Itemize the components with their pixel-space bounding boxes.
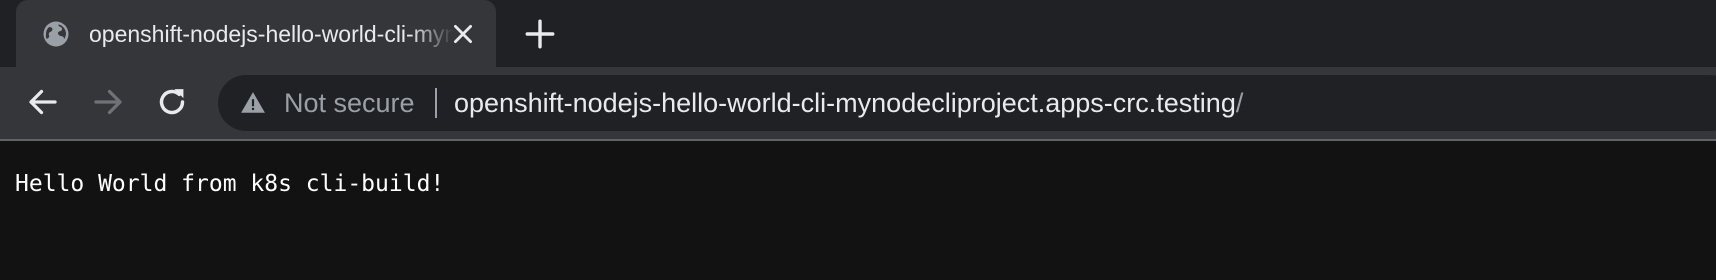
omnibox-divider — [435, 88, 437, 118]
url-text[interactable]: openshift-nodejs-hello-world-cli-mynodec… — [454, 75, 1243, 131]
forward-arrow-icon[interactable] — [90, 84, 126, 120]
tab-title: openshift-nodejs-hello-world-cli-mynodec… — [89, 21, 454, 47]
url-host: openshift-nodejs-hello-world-cli-mynodec… — [454, 88, 1236, 118]
page-content: Hello World from k8s cli-build! — [0, 141, 1716, 280]
security-status-label[interactable]: Not secure — [284, 75, 415, 131]
warning-triangle-icon[interactable] — [240, 90, 266, 116]
url-path: / — [1235, 88, 1244, 118]
active-tab[interactable]: openshift-nodejs-hello-world-cli-mynodec… — [16, 0, 496, 67]
close-icon[interactable] — [450, 21, 476, 47]
plus-icon[interactable] — [523, 17, 557, 51]
reload-icon[interactable] — [154, 84, 190, 120]
page-body-text: Hello World from k8s cli-build! — [15, 171, 445, 197]
globe-icon — [43, 21, 69, 47]
browser-toolbar: Not secure openshift-nodejs-hello-world-… — [0, 67, 1716, 139]
back-arrow-icon[interactable] — [25, 84, 61, 120]
address-bar[interactable]: Not secure openshift-nodejs-hello-world-… — [218, 75, 1716, 131]
tab-strip: openshift-nodejs-hello-world-cli-mynodec… — [0, 0, 1716, 67]
